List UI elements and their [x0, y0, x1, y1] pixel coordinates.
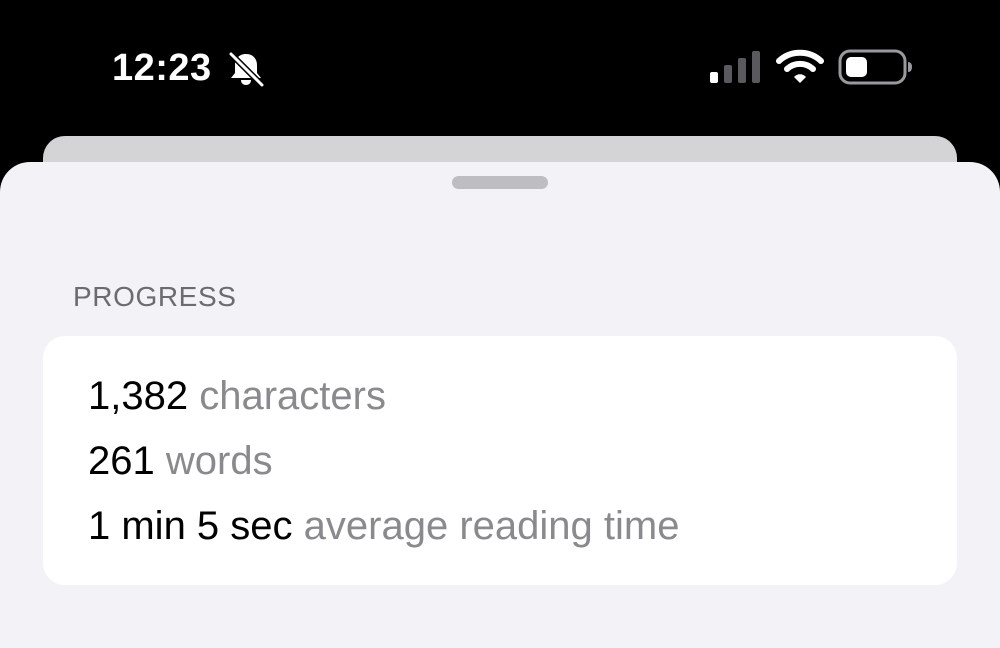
stat-label: average reading time [303, 504, 680, 548]
bell-slash-icon [228, 51, 265, 88]
stat-row-reading-time: 1 min 5 sec average reading time [88, 502, 679, 550]
stats-card: 1,382 characters 261 words 1 min 5 sec a… [43, 336, 957, 585]
stat-value: 1 min 5 sec [88, 504, 293, 548]
wifi-icon [776, 49, 824, 83]
stat-row-characters: 1,382 characters [88, 372, 386, 420]
status-time: 12:23 [112, 47, 212, 89]
section-header: PROGRESS [73, 281, 237, 312]
stat-label: characters [199, 374, 386, 418]
stat-value: 1,382 [88, 374, 189, 418]
stat-label: words [165, 439, 273, 483]
stat-row-words: 261 words [88, 437, 273, 485]
sheet-grabber[interactable] [452, 176, 548, 189]
battery-icon [838, 49, 912, 85]
status-bar: 12:23 [0, 0, 1000, 136]
progress-sheet: PROGRESS 1,382 characters 261 words 1 mi… [0, 162, 1000, 648]
cellular-signal-icon [710, 51, 760, 83]
stat-value: 261 [88, 439, 155, 483]
screen: { "status_bar": { "time": "12:23", "icon… [0, 0, 1000, 648]
